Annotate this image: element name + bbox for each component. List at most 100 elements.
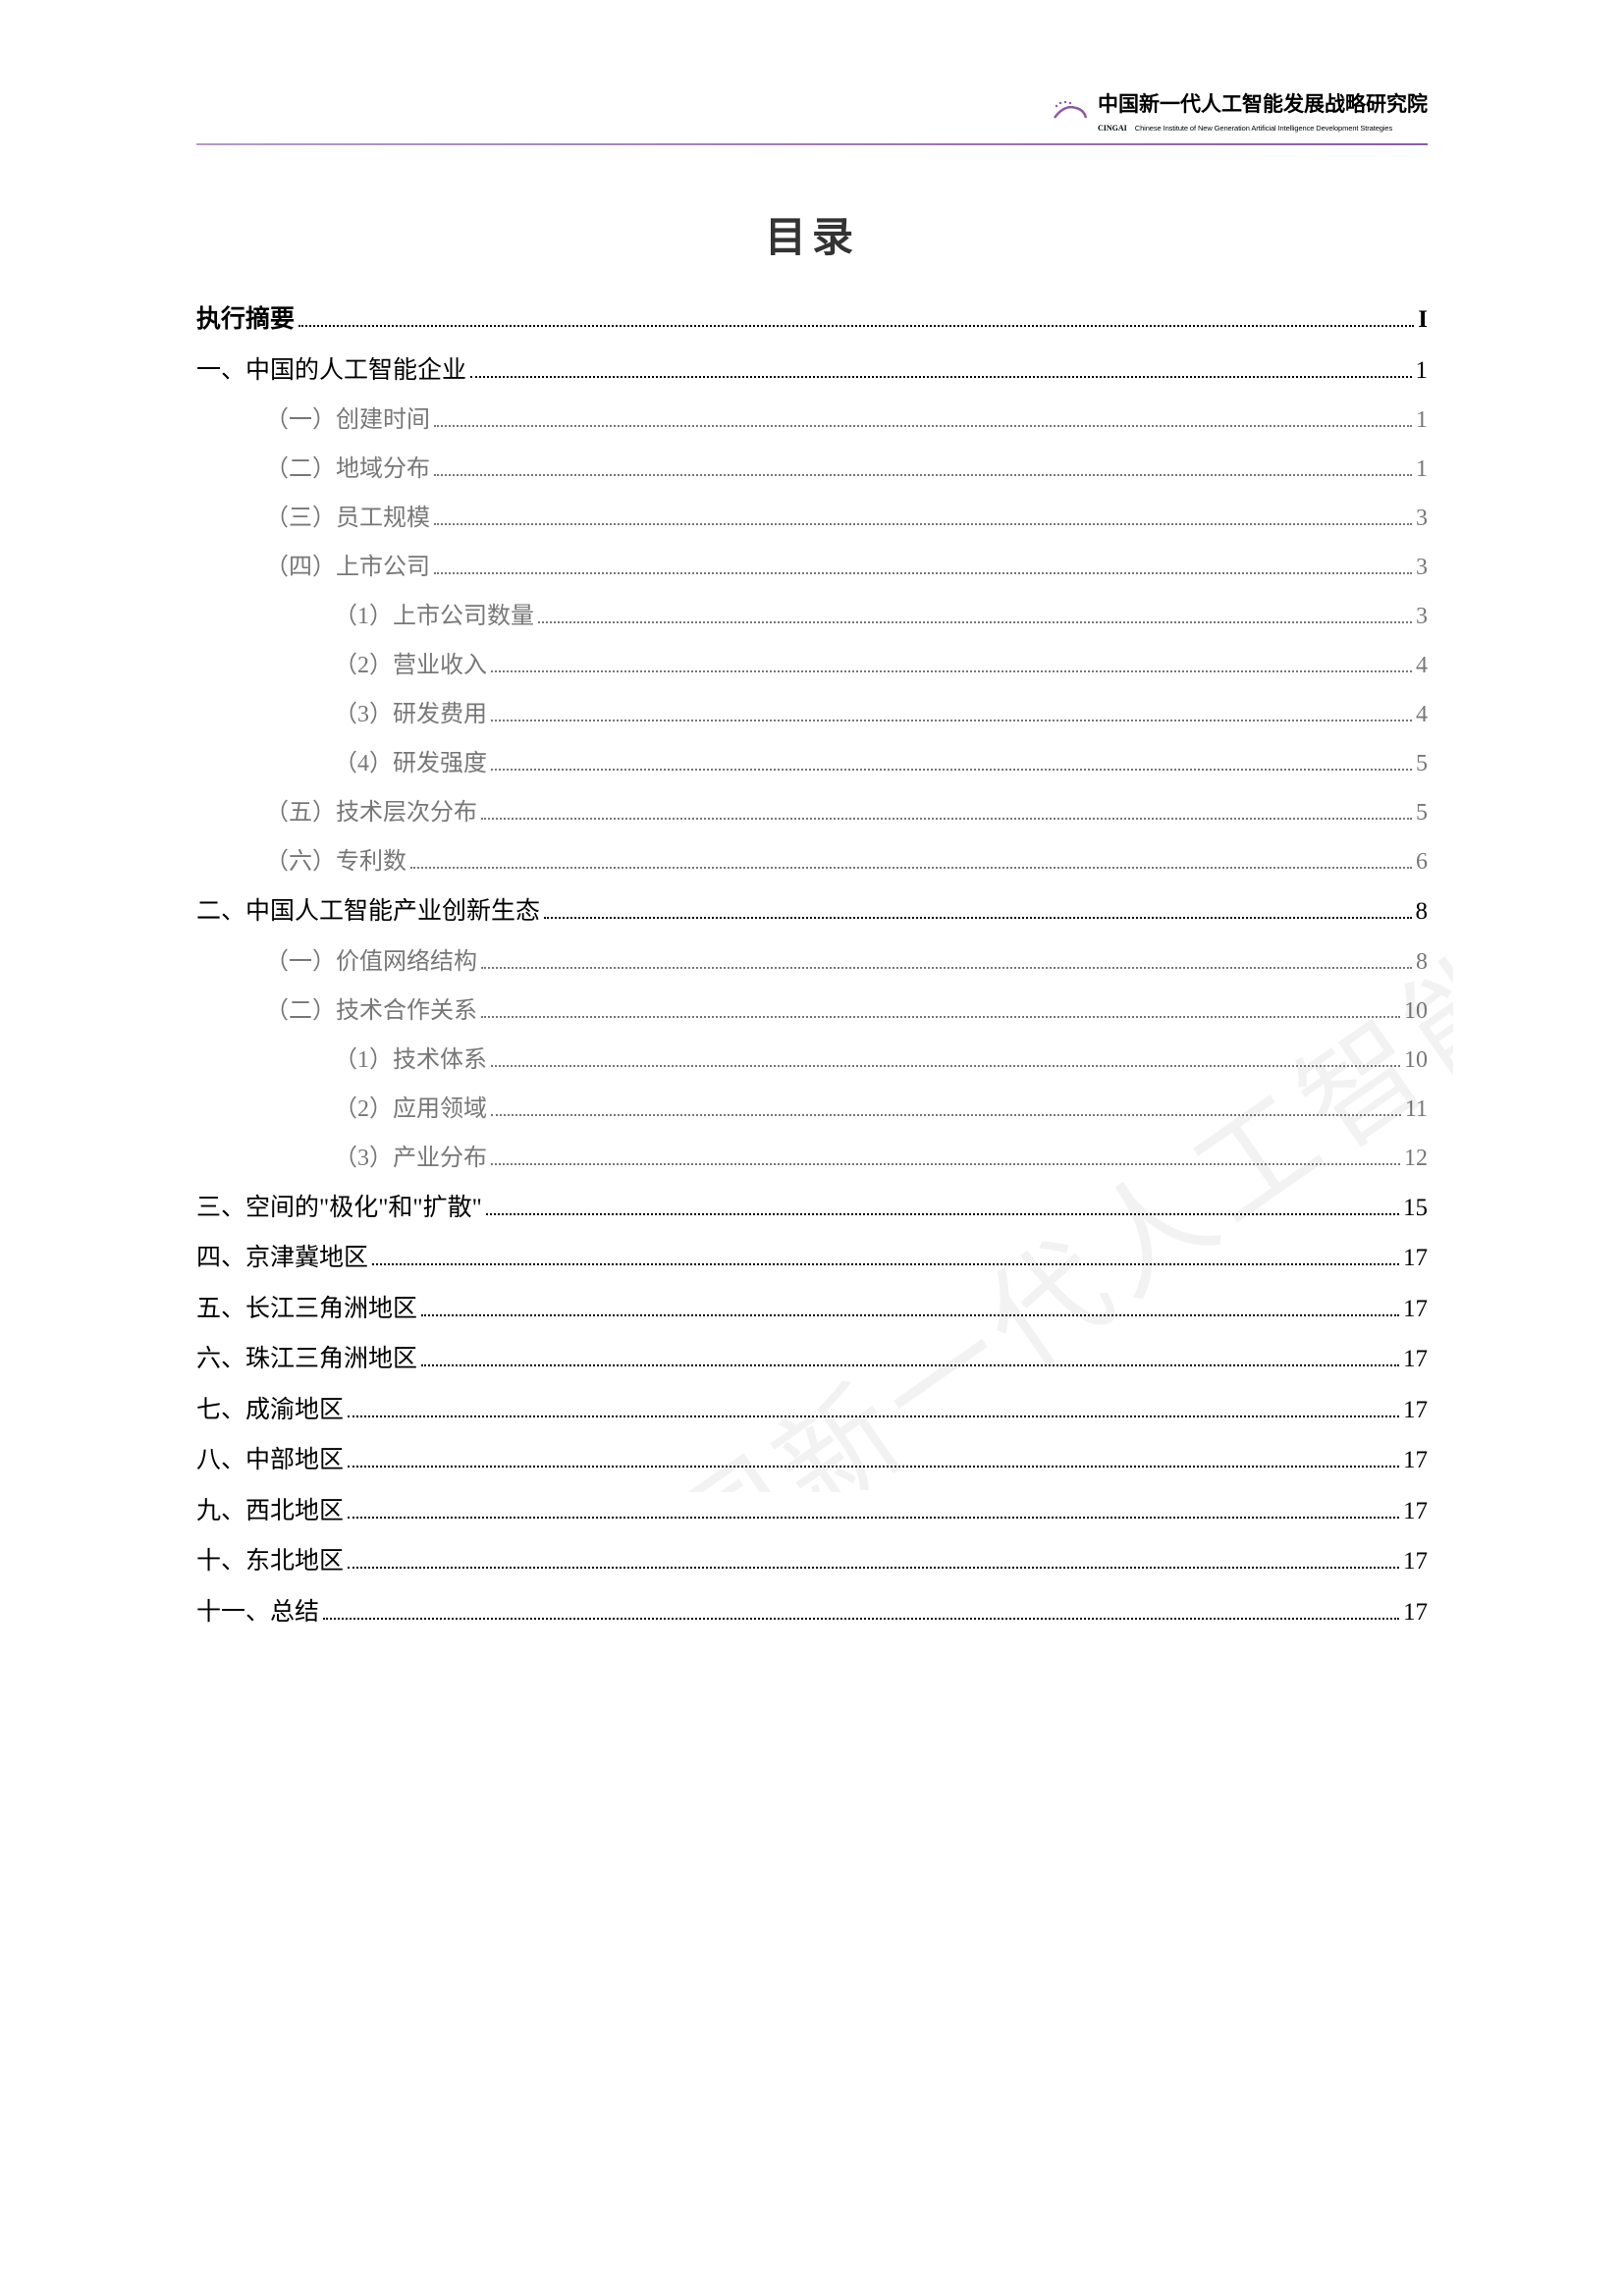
toc-leader-dots [481,818,1412,820]
toc-entry: 五、长江三角洲地区 17 [196,1291,1428,1328]
toc-entry: （六）专利数 6 [265,844,1428,880]
toc-entry-label: （三）员工规模 [265,501,430,536]
toc-entry-label: （4）研发强度 [334,746,487,781]
toc-entry-label: （3）产业分布 [334,1141,487,1176]
org-name-english-line: CINGAI Chinese Institute of New Generati… [1098,118,1428,135]
toc-entry-label: 六、珠江三角洲地区 [196,1341,417,1378]
toc-entry-page: 11 [1405,1092,1428,1127]
toc-entry-label: （二）地域分布 [265,452,430,487]
toc-entry: 九、西北地区 17 [196,1493,1428,1530]
toc-entry: （2）营业收入4 [334,648,1428,683]
org-abbreviation: CINGAI [1098,124,1127,133]
toc-entry-label: （1）技术体系 [334,1042,487,1078]
toc-entry: （一）创建时间1 [265,402,1428,438]
toc-entry: 十、东北地区17 [196,1543,1428,1580]
toc-leader-dots [491,670,1412,672]
org-logo-icon [1051,98,1090,126]
toc-entry: 七、成渝地区 17 [196,1392,1428,1429]
toc-entry-page: 17 [1403,1341,1428,1378]
toc-leader-dots [348,1415,1399,1417]
toc-entry-page: 10 [1404,1042,1428,1078]
toc-entry-label: 一、中国的人工智能企业 [196,352,466,390]
toc-entry-page: 17 [1403,1493,1428,1530]
toc-entry-page: 1 [1416,452,1428,487]
toc-leader-dots [544,917,1411,919]
toc-entry-label: （一）价值网络结构 [265,944,477,980]
toc-entry: 二、中国人工智能产业创新生态8 [196,893,1428,931]
document-page: 中国新一代人工智能发展战略研究院 CINGAI Chinese Institut… [0,0,1624,1742]
toc-entry-page: I [1418,301,1428,339]
toc-entry: （二）技术合作关系10 [265,993,1428,1029]
toc-entry: （1）上市公司数量3 [334,599,1428,634]
toc-entry-page: 17 [1403,1392,1428,1429]
toc-entry-label: 七、成渝地区 [196,1392,344,1429]
toc-entry-label: （2）应用领域 [334,1092,487,1127]
toc-entry: （三）员工规模 3 [265,501,1428,536]
toc-leader-dots [410,867,1412,869]
toc-entry-page: 1 [1416,402,1428,438]
toc-entry-page: 8 [1416,893,1429,931]
toc-leader-dots [421,1364,1399,1366]
toc-leader-dots [481,967,1412,969]
toc-entry-page: 17 [1403,1240,1428,1277]
toc-title: 目录 [196,204,1428,264]
org-name-block: 中国新一代人工智能发展战略研究院 CINGAI Chinese Institut… [1098,88,1428,135]
toc-entry-label: （1）上市公司数量 [334,599,534,634]
toc-leader-dots [323,1618,1399,1620]
toc-entry-label: 九、西北地区 [196,1493,344,1530]
toc-entry: （1）技术体系 10 [334,1042,1428,1078]
toc-entry-page: 17 [1403,1442,1428,1479]
toc-entry: （四）上市公司3 [265,550,1428,585]
toc-leader-dots [421,1314,1399,1316]
org-logo-block: 中国新一代人工智能发展战略研究院 CINGAI Chinese Institut… [1051,88,1428,135]
toc-entry-page: 4 [1416,697,1428,732]
toc-leader-dots [486,1213,1399,1215]
toc-entry: （3）研发费用 4 [334,697,1428,732]
toc-entry: 六、珠江三角洲地区 17 [196,1341,1428,1378]
toc-entry-page: 5 [1416,795,1428,830]
table-of-contents: 执行摘要I一、中国的人工智能企业1（一）创建时间1（二）地域分布1（三）员工规模… [196,301,1428,1630]
toc-entry: （二）地域分布 1 [265,452,1428,487]
header-divider [196,143,1428,145]
toc-leader-dots [434,523,1412,525]
toc-entry-page: 5 [1416,746,1428,781]
toc-leader-dots [491,720,1412,721]
toc-entry-page: 3 [1416,501,1428,536]
toc-entry: （2）应用领域 11 [334,1092,1428,1127]
toc-entry: （4）研发强度 5 [334,746,1428,781]
toc-entry-label: 八、中部地区 [196,1442,344,1479]
toc-entry-label: （3）研发费用 [334,697,487,732]
toc-entry-page: 17 [1403,1594,1428,1631]
toc-entry-page: 17 [1403,1291,1428,1328]
toc-entry-page: 6 [1416,844,1428,880]
toc-leader-dots [348,1517,1399,1519]
toc-entry-label: 五、长江三角洲地区 [196,1291,417,1328]
toc-entry-label: 四、京津冀地区 [196,1240,368,1277]
toc-leader-dots [348,1567,1399,1569]
toc-entry: 一、中国的人工智能企业 1 [196,352,1428,390]
toc-entry-label: 三、空间的"极化"和"扩散" [196,1190,482,1227]
toc-entry: 三、空间的"极化"和"扩散" 15 [196,1190,1428,1227]
toc-leader-dots [372,1263,1399,1265]
toc-leader-dots [434,474,1412,476]
toc-entry-page: 10 [1404,993,1428,1029]
toc-leader-dots [491,769,1412,771]
toc-entry: （一）价值网络结构 8 [265,944,1428,980]
toc-entry-label: （四）上市公司 [265,550,430,585]
toc-leader-dots [434,572,1412,574]
toc-entry: 执行摘要I [196,301,1428,339]
toc-leader-dots [538,621,1412,623]
toc-entry: 十一、总结17 [196,1594,1428,1631]
org-name-english: Chinese Institute of New Generation Arti… [1135,124,1392,133]
toc-entry-page: 1 [1416,352,1429,390]
toc-entry-label: （五）技术层次分布 [265,795,477,830]
toc-entry: （3）产业分布 12 [334,1141,1428,1176]
toc-leader-dots [481,1016,1400,1018]
toc-entry-page: 4 [1416,648,1428,683]
toc-entry-page: 12 [1404,1141,1428,1176]
toc-leader-dots [434,425,1412,427]
toc-entry-page: 15 [1403,1190,1428,1227]
toc-entry-label: （六）专利数 [265,844,406,880]
toc-entry-page: 8 [1416,944,1428,980]
toc-entry-page: 17 [1403,1543,1428,1580]
